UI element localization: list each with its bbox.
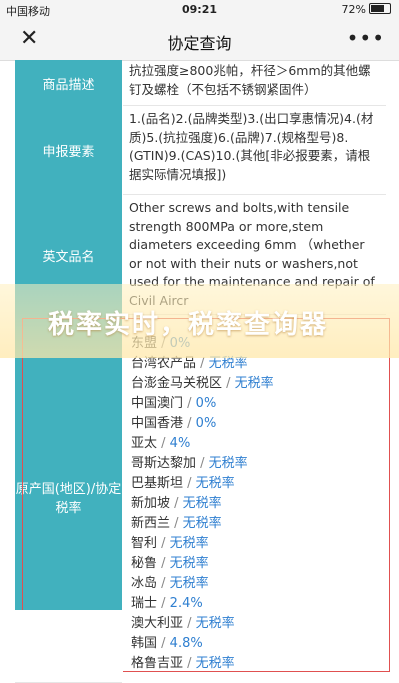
page-title: 协定查询 (167, 34, 232, 53)
promo-banner-text[interactable]: 税率实时，税率查询器 (48, 304, 328, 341)
clock: 09:21 (181, 3, 217, 16)
battery-percent: 72% (341, 3, 366, 16)
battery-status: 72% (342, 3, 391, 16)
corner-overlay (0, 610, 123, 682)
status-bar: 中国移动 09:21 72% (0, 0, 399, 20)
label-declaration-elements: 申报要素 (15, 106, 122, 196)
value-product-description: 抗拉强度≥800兆帕，杆径＞6mm的其他螺钉及螺栓（不包括不锈钢紧固件） (123, 60, 386, 106)
value-declaration-elements: 1.(品名)2.(品牌类型)3.(出口享惠情况)4.(材质)5.(抗拉强度)6.… (123, 106, 386, 195)
more-icon[interactable]: ••• (347, 26, 385, 50)
label-product-description: 商品描述 (15, 60, 122, 107)
nav-bar: ✕ 协定查询 ••• (0, 20, 399, 61)
battery-icon (369, 3, 391, 14)
